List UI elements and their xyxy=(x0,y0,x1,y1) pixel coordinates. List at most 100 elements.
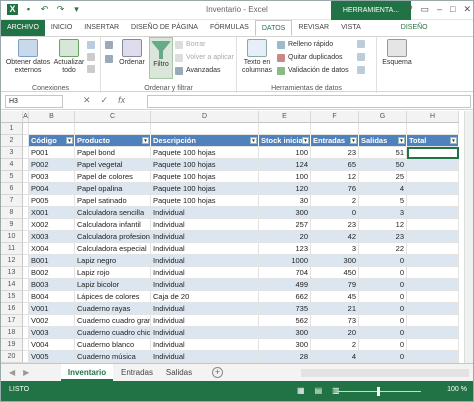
empty-cell[interactable] xyxy=(23,171,29,183)
empty-cell[interactable] xyxy=(23,291,29,303)
row-header[interactable]: 4 xyxy=(1,159,23,171)
table-cell[interactable]: 65 xyxy=(311,159,359,171)
table-cell[interactable]: 450 xyxy=(311,267,359,279)
filter-dropdown-icon[interactable]: ▾ xyxy=(142,137,149,144)
empty-cell[interactable] xyxy=(23,195,29,207)
table-cell[interactable]: 0 xyxy=(359,303,407,315)
tab-diseno-pagina[interactable]: DISEÑO DE PÁGINA xyxy=(125,20,204,36)
column-header[interactable]: F xyxy=(311,111,359,123)
clear-filter-button[interactable]: Borrar xyxy=(175,40,205,49)
table-cell[interactable]: 21 xyxy=(311,303,359,315)
redo-icon[interactable]: ↷ xyxy=(55,4,66,15)
name-box[interactable]: H3 xyxy=(5,95,63,108)
row-header[interactable]: 7 xyxy=(1,195,23,207)
table-header-cell[interactable]: Descripción ▾ xyxy=(151,135,259,147)
table-cell[interactable]: 1000 xyxy=(259,255,311,267)
maximize-button[interactable]: □ xyxy=(450,4,455,15)
empty-cell[interactable] xyxy=(23,267,29,279)
row-header[interactable]: 19 xyxy=(1,339,23,351)
table-cell[interactable]: 300 xyxy=(311,255,359,267)
table-cell[interactable]: Cuaderno cuadro chico xyxy=(75,327,151,339)
table-header-cell[interactable]: Stock inicial ▾ xyxy=(259,135,311,147)
table-cell[interactable] xyxy=(407,159,459,171)
table-cell[interactable] xyxy=(407,207,459,219)
table-cell[interactable]: 45 xyxy=(311,291,359,303)
table-cell[interactable]: 124 xyxy=(259,159,311,171)
sort-az-button[interactable] xyxy=(105,41,113,49)
table-cell[interactable]: 28 xyxy=(259,351,311,363)
table-cell[interactable]: Cuaderno blanco xyxy=(75,339,151,351)
empty-cell[interactable] xyxy=(311,123,359,135)
table-cell[interactable]: 23 xyxy=(311,147,359,159)
table-cell[interactable]: 0 xyxy=(359,267,407,279)
table-cell[interactable]: X001 xyxy=(29,207,75,219)
tab-insertar[interactable]: INSERTAR xyxy=(78,20,125,36)
table-cell[interactable]: 0 xyxy=(359,339,407,351)
table-cell[interactable]: Papel bond xyxy=(75,147,151,159)
table-cell[interactable]: 735 xyxy=(259,303,311,315)
table-cell[interactable]: 2 xyxy=(311,195,359,207)
table-cell[interactable]: 79 xyxy=(311,279,359,291)
column-header[interactable]: E xyxy=(259,111,311,123)
table-cell[interactable]: V003 xyxy=(29,327,75,339)
tab-inicio[interactable]: INICIO xyxy=(45,20,78,36)
row-header[interactable]: 2 xyxy=(1,135,23,147)
empty-cell[interactable] xyxy=(23,207,29,219)
formula-input[interactable] xyxy=(147,95,471,108)
table-header-cell[interactable]: Salidas ▾ xyxy=(359,135,407,147)
empty-cell[interactable] xyxy=(23,315,29,327)
filter-dropdown-icon[interactable]: ▾ xyxy=(302,137,309,144)
table-cell[interactable]: Calculadora profesional xyxy=(75,231,151,243)
table-cell[interactable]: 20 xyxy=(259,231,311,243)
table-cell[interactable]: 0 xyxy=(359,255,407,267)
flash-fill-button[interactable]: Relleno rápido xyxy=(277,40,333,49)
empty-cell[interactable] xyxy=(23,147,29,159)
table-cell[interactable]: Paquete 100 hojas xyxy=(151,195,259,207)
table-cell[interactable] xyxy=(407,219,459,231)
column-header[interactable]: H xyxy=(407,111,459,123)
table-cell[interactable]: Cuaderno cuadro grande xyxy=(75,315,151,327)
ribbon-display-button[interactable]: ▭ xyxy=(420,4,429,15)
help-button[interactable]: ? xyxy=(407,4,412,15)
table-cell[interactable]: Individual xyxy=(151,255,259,267)
table-cell[interactable]: 499 xyxy=(259,279,311,291)
enter-icon[interactable]: ✓ xyxy=(101,95,109,106)
save-icon[interactable]: ▪ xyxy=(23,4,34,15)
row-header[interactable]: 15 xyxy=(1,291,23,303)
table-cell[interactable]: V004 xyxy=(29,339,75,351)
table-cell[interactable]: 704 xyxy=(259,267,311,279)
properties-icon[interactable] xyxy=(87,53,95,61)
table-cell[interactable] xyxy=(407,231,459,243)
sort-button[interactable]: Ordenar xyxy=(117,39,147,67)
table-cell[interactable]: V005 xyxy=(29,351,75,363)
empty-cell[interactable] xyxy=(259,123,311,135)
table-cell[interactable]: 2 xyxy=(311,339,359,351)
table-cell[interactable]: P003 xyxy=(29,171,75,183)
minimize-button[interactable]: – xyxy=(437,4,442,15)
table-cell[interactable]: 0 xyxy=(311,207,359,219)
column-header[interactable]: D xyxy=(151,111,259,123)
empty-cell[interactable] xyxy=(23,135,29,147)
edit-links-icon[interactable] xyxy=(87,65,95,73)
empty-cell[interactable] xyxy=(359,123,407,135)
empty-cell[interactable] xyxy=(407,123,459,135)
table-header-cell[interactable]: Total ▾ xyxy=(407,135,459,147)
table-cell[interactable]: 73 xyxy=(311,315,359,327)
row-header[interactable]: 6 xyxy=(1,183,23,195)
empty-cell[interactable] xyxy=(29,123,75,135)
table-cell[interactable]: 0 xyxy=(359,327,407,339)
row-header[interactable]: 5 xyxy=(1,171,23,183)
table-cell[interactable]: P004 xyxy=(29,183,75,195)
sheet-tab-entradas[interactable]: Entradas xyxy=(115,364,159,381)
table-cell[interactable]: Paquete 100 hojas xyxy=(151,147,259,159)
table-cell[interactable]: Individual xyxy=(151,327,259,339)
table-cell[interactable]: V002 xyxy=(29,315,75,327)
text-to-columns-button[interactable]: Texto en columnas xyxy=(239,39,275,75)
row-header[interactable]: 20 xyxy=(1,351,23,363)
sort-za-button[interactable] xyxy=(105,55,113,63)
filter-dropdown-icon[interactable]: ▾ xyxy=(398,137,405,144)
table-cell[interactable]: 4 xyxy=(359,183,407,195)
empty-cell[interactable] xyxy=(23,231,29,243)
empty-cell[interactable] xyxy=(23,327,29,339)
prev-sheet-icon[interactable]: ◀ xyxy=(9,368,15,377)
